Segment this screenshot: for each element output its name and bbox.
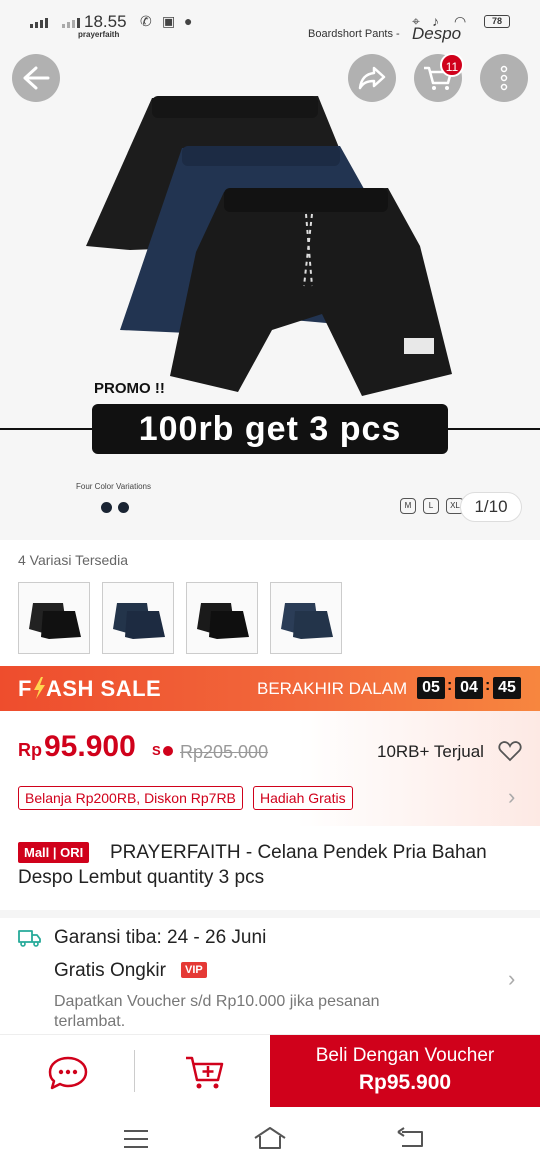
color-dot xyxy=(101,502,112,513)
signal-icon-2 xyxy=(62,18,80,28)
countdown-minutes: 04 xyxy=(455,677,483,699)
cart-plus-icon xyxy=(186,1056,224,1089)
signal-icon xyxy=(30,18,48,28)
heart-icon[interactable] xyxy=(498,740,522,762)
lightning-icon xyxy=(33,677,45,699)
color-dot xyxy=(118,502,129,513)
section-divider xyxy=(0,910,540,918)
home-icon[interactable] xyxy=(252,1124,288,1152)
back-nav-icon[interactable] xyxy=(396,1126,426,1150)
paylater-icon: S xyxy=(152,743,173,758)
image-product-label: Boardshort Pants - xyxy=(308,28,400,40)
whatsapp-icon: ✆ xyxy=(140,13,152,29)
original-price: Rp205.000 xyxy=(180,742,269,762)
battery-indicator: 78 xyxy=(484,15,510,28)
chat-notification-icon: ● xyxy=(184,13,193,29)
chevron-right-icon[interactable]: › xyxy=(508,784,515,810)
chat-icon xyxy=(48,1056,88,1090)
delivery-guarantee: Garansi tiba: 24 - 26 Juni xyxy=(54,927,267,948)
countdown-separator: : xyxy=(447,677,453,694)
clock: 18.55 xyxy=(84,12,127,31)
promo-tag-gift[interactable]: Hadiah Gratis xyxy=(253,786,353,810)
image-pager: 1/10 xyxy=(460,492,522,522)
chevron-right-icon[interactable]: › xyxy=(508,966,515,992)
back-button[interactable] xyxy=(12,54,60,102)
countdown-hours: 05 xyxy=(417,677,445,699)
promo-banner: 100rb get 3 pcs xyxy=(92,404,448,454)
more-vertical-icon xyxy=(500,65,508,91)
current-price: 95.900 xyxy=(44,730,136,763)
bottom-bar-separator xyxy=(134,1050,135,1092)
vip-badge: VIP xyxy=(181,962,207,978)
system-navigation-bar xyxy=(0,1108,540,1170)
share-icon xyxy=(358,66,386,90)
variations-label: 4 Variasi Tersedia xyxy=(18,552,128,568)
product-image-carousel[interactable]: 18.55 prayerfaith ✆ ▣ ● ⌖ ♪ ◠ 78 Boardsh… xyxy=(0,0,540,540)
buy-with-voucher-button[interactable]: Beli Dengan Voucher Rp95.900 xyxy=(270,1035,540,1107)
variation-thumbnail[interactable] xyxy=(18,582,90,654)
share-button[interactable] xyxy=(348,54,396,102)
variation-thumbnail[interactable] xyxy=(270,582,342,654)
product-title: PRAYERFAITH - Celana Pendek Pria Bahan D… xyxy=(18,842,487,888)
truck-icon xyxy=(18,930,41,947)
variations-caption: Four Color Variations xyxy=(76,482,151,491)
svg-text:S: S xyxy=(152,743,161,758)
image-product-brand: Despo xyxy=(412,24,462,43)
more-options-button[interactable] xyxy=(480,54,528,102)
free-shipping-label: Gratis Ongkir xyxy=(54,960,166,981)
variation-thumbnail[interactable] xyxy=(102,582,174,654)
cart-count-badge: 11 xyxy=(440,53,464,77)
flash-sale-bar[interactable]: F ASH SALE BERAKHIR DALAM 05 : 04 : 45 xyxy=(0,666,540,711)
buy-button-label: Beli Dengan Voucher xyxy=(315,1045,495,1066)
promo-label: PROMO !! xyxy=(94,380,165,397)
sold-count: 10RB+ Terjual xyxy=(377,742,484,761)
buy-button-price: Rp95.900 xyxy=(358,1071,452,1094)
variation-thumbnail[interactable] xyxy=(186,582,258,654)
chat-button[interactable] xyxy=(38,1044,98,1100)
add-to-cart-button[interactable] xyxy=(174,1044,234,1100)
shop-notification-icon: ▣ xyxy=(162,13,176,29)
countdown-seconds: 45 xyxy=(493,677,521,699)
late-voucher-note: Dapatkan Voucher s/d Rp10.000 jika pesan… xyxy=(54,993,380,1030)
flash-sale-title: F ASH SALE xyxy=(18,676,162,701)
brand-watermark: prayerfaith xyxy=(78,30,120,39)
flash-sale-ends-label: BERAKHIR DALAM xyxy=(257,679,408,698)
price-currency: Rp xyxy=(18,740,42,760)
arrow-left-icon xyxy=(23,66,50,90)
menu-icon[interactable] xyxy=(122,1128,150,1150)
promo-tag-discount[interactable]: Belanja Rp200RB, Diskon Rp7RB xyxy=(18,786,243,810)
size-chip: L xyxy=(423,498,439,514)
countdown-separator: : xyxy=(485,677,491,694)
size-chip: M xyxy=(400,498,416,514)
